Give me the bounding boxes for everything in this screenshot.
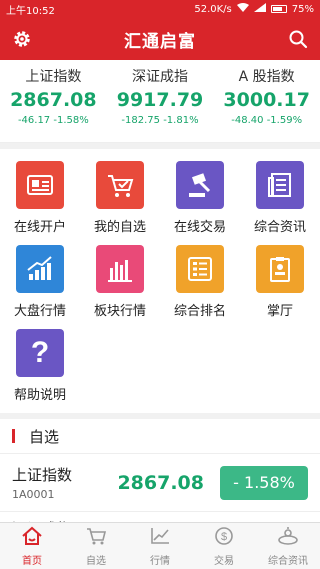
- index-change: -48.40 -1.59%: [231, 115, 303, 126]
- index-value: 9917.79: [116, 89, 204, 111]
- network-speed: 52.0K/s: [194, 3, 232, 15]
- bottom-tab-bar: 首页 自选 行情 $ 交易 综合资讯: [0, 522, 320, 569]
- menu-label: 掌厅: [266, 304, 293, 319]
- search-icon[interactable]: [286, 27, 310, 51]
- menu-label: 在线交易: [173, 220, 226, 235]
- change-badge: - 1.58%: [220, 465, 308, 500]
- tab-home[interactable]: 首页: [0, 523, 64, 569]
- index-name: A 股指数: [238, 69, 295, 85]
- id-card-icon: [16, 161, 64, 209]
- chart-up-icon: [16, 245, 64, 293]
- status-time: 上午10:52: [6, 5, 55, 17]
- menu-item-market[interactable]: 大盘行情: [0, 239, 80, 323]
- menu-item-sector[interactable]: 板块行情: [80, 239, 160, 323]
- tab-label: 综合资讯: [268, 555, 308, 567]
- trend-icon: [149, 526, 171, 550]
- tab-label: 行情: [150, 555, 170, 567]
- svg-text:$: $: [221, 531, 227, 543]
- cart-icon: [85, 526, 107, 550]
- app-title: 汇通启富: [124, 31, 196, 52]
- status-bar: 上午10:52 52.0K/s 75%: [0, 0, 320, 18]
- menu-item-news[interactable]: 综合资讯: [240, 155, 320, 239]
- menu-item-open-account[interactable]: 在线开户: [0, 155, 80, 239]
- battery-icon: [270, 5, 287, 13]
- section-marker: [12, 429, 15, 443]
- ranking-list-icon: [176, 245, 224, 293]
- feature-grid: 在线开户 我的自选 在线交易 综合资讯 大盘行情 板块行情 综合排名 掌厅 ? …: [0, 149, 320, 413]
- tab-label: 交易: [214, 555, 234, 567]
- index-value: 3000.17: [223, 89, 310, 111]
- tab-label: 首页: [22, 555, 42, 567]
- newspaper-icon: [256, 161, 304, 209]
- watchlist-header: 自选: [0, 413, 320, 454]
- section-title: 自选: [29, 427, 60, 446]
- menu-label: 大盘行情: [13, 304, 66, 319]
- menu-label: 帮助说明: [13, 388, 66, 403]
- tab-trade[interactable]: $ 交易: [192, 523, 256, 569]
- battery-percent: 75%: [291, 3, 314, 15]
- app-header: 汇通启富: [0, 18, 320, 60]
- index-name: 上证指数: [25, 69, 82, 85]
- menu-label: 综合资讯: [253, 220, 306, 235]
- index-change: -46.17 -1.58%: [17, 115, 89, 126]
- menu-label: 板块行情: [93, 304, 146, 319]
- index-value: 2867.08: [10, 89, 97, 111]
- index-change: -182.75 -1.81%: [121, 115, 199, 126]
- stock-code: 1A0001: [12, 488, 55, 501]
- index-name: 深证成指: [132, 69, 188, 85]
- index-card-shanghai[interactable]: 上证指数 2867.08 -46.17 -1.58%: [0, 60, 107, 142]
- battery-fill: [272, 7, 282, 11]
- wifi-icon: [236, 3, 249, 15]
- gavel-icon: [176, 161, 224, 209]
- dollar-coin-icon: $: [213, 526, 235, 550]
- news-icon: [277, 526, 299, 550]
- cart-icon: [96, 161, 144, 209]
- menu-item-online-trading[interactable]: 在线交易: [160, 155, 240, 239]
- signal-icon: [253, 3, 266, 15]
- menu-label: 我的自选: [93, 220, 146, 235]
- menu-label: 在线开户: [13, 220, 66, 235]
- tab-watchlist[interactable]: 自选: [64, 523, 128, 569]
- stock-name: 上证指数: [12, 466, 73, 484]
- settings-gear-icon[interactable]: [10, 27, 34, 51]
- question-icon: ?: [16, 329, 64, 377]
- home-icon: [21, 526, 43, 550]
- bar-chart-icon: [96, 245, 144, 293]
- clipboard-icon: [256, 245, 304, 293]
- menu-item-palm-hall[interactable]: 掌厅: [240, 239, 320, 323]
- menu-item-my-watchlist[interactable]: 我的自选: [80, 155, 160, 239]
- tab-market[interactable]: 行情: [128, 523, 192, 569]
- index-card-a-share[interactable]: A 股指数 3000.17 -48.40 -1.59%: [213, 60, 320, 142]
- menu-item-help[interactable]: ? 帮助说明: [0, 323, 80, 407]
- tab-news[interactable]: 综合资讯: [256, 523, 320, 569]
- index-card-shenzhen[interactable]: 深证成指 9917.79 -182.75 -1.81%: [107, 60, 214, 142]
- menu-item-ranking[interactable]: 综合排名: [160, 239, 240, 323]
- tab-label: 自选: [86, 555, 106, 567]
- menu-label: 综合排名: [173, 304, 226, 319]
- watchlist-row[interactable]: 上证指数 1A0001 2867.08 - 1.58%: [0, 454, 320, 512]
- market-indices: 上证指数 2867.08 -46.17 -1.58% 深证成指 9917.79 …: [0, 60, 320, 143]
- stock-price: 2867.08: [117, 471, 204, 494]
